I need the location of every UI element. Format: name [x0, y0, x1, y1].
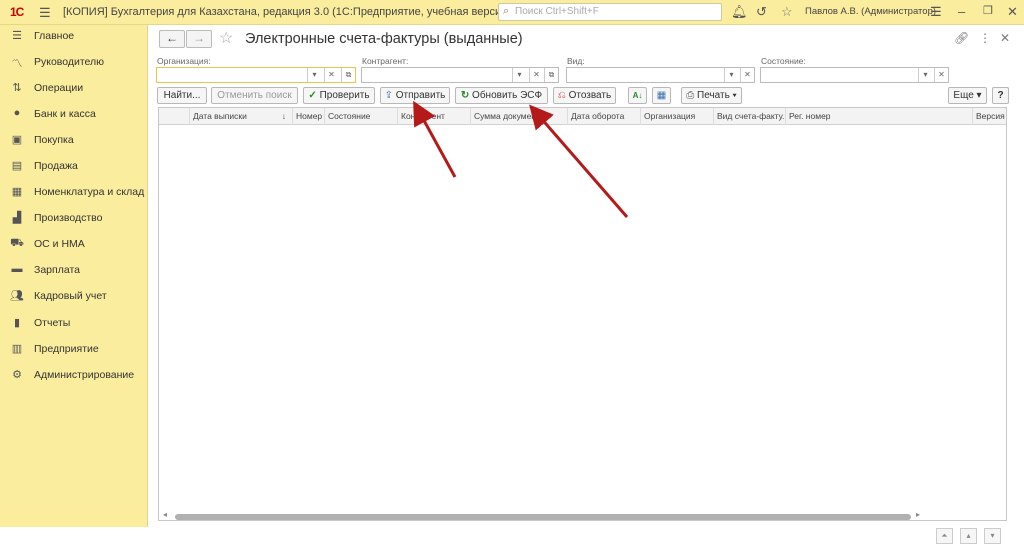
arrow-to-refresh-button	[529, 104, 629, 218]
scroll-up-button[interactable]: ▴	[960, 528, 977, 544]
scroll-down-button[interactable]: ▾	[984, 528, 1001, 544]
annotation-arrows	[413, 100, 629, 218]
scroll-top-button[interactable]: ⏶	[936, 528, 953, 544]
arrow-to-send-button	[413, 100, 457, 178]
